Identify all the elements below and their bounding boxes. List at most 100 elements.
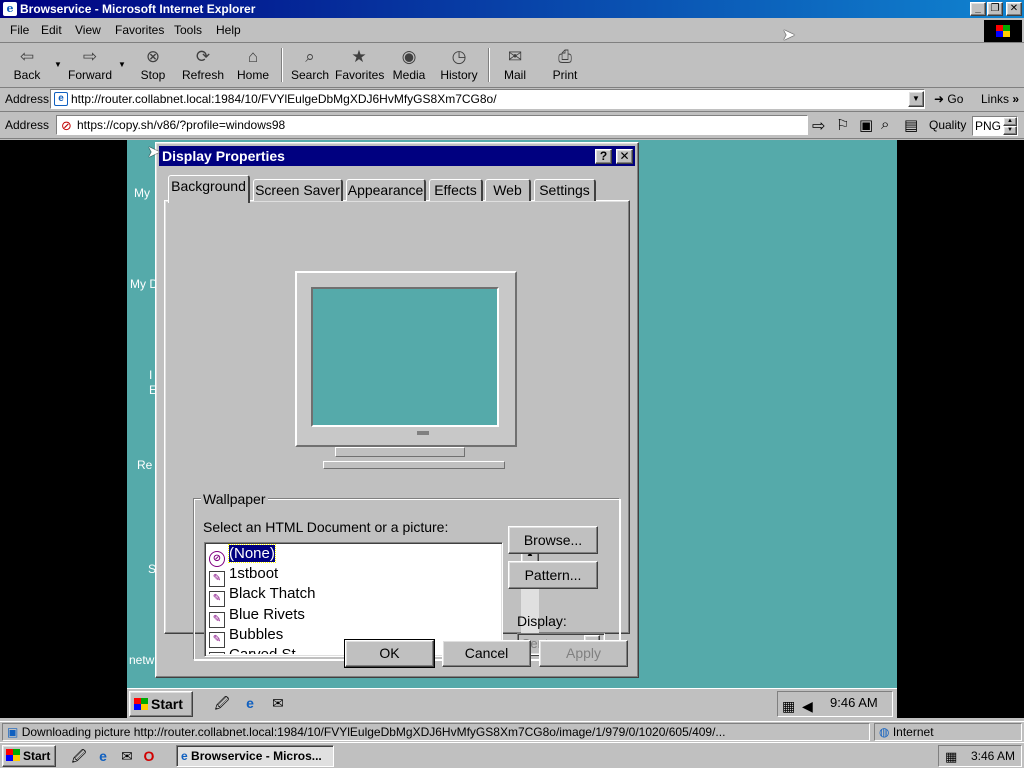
bitmap-file-icon: ✎: [209, 652, 225, 654]
forward-dropdown-icon[interactable]: ▼: [118, 60, 126, 69]
find-icon[interactable]: ▣: [859, 116, 873, 134]
tab-appearance[interactable]: Appearance: [346, 179, 426, 201]
favorites-button[interactable]: ★ Favorites: [335, 46, 384, 86]
media-button[interactable]: ◉ Media: [390, 46, 428, 86]
spin-up-icon[interactable]: ▲: [1003, 117, 1017, 126]
scheduler-icon[interactable]: ▦: [782, 695, 795, 717]
volume-icon[interactable]: ◀: [802, 695, 813, 717]
ok-button[interactable]: OK: [344, 639, 435, 668]
dialog-title: Display Properties: [162, 148, 285, 164]
stop-button[interactable]: ⊗ Stop: [134, 46, 172, 86]
menu-bar: File Edit View Favorites Tools Help: [0, 19, 1024, 43]
desktop-icon-label[interactable]: I: [149, 368, 152, 382]
restore-button[interactable]: ❐: [987, 2, 1003, 16]
go-button[interactable]: ➜ Go: [934, 92, 963, 106]
history-button[interactable]: ◷ History: [438, 46, 480, 86]
desktop-shortcut-icon[interactable]: 🖉: [70, 747, 88, 765]
tab-panel: Wallpaper Select an HTML Document or a p…: [164, 200, 630, 660]
dialog-title-bar[interactable]: Display Properties ? ✕: [159, 146, 635, 166]
refresh-button[interactable]: ⟳ Refresh: [180, 46, 226, 86]
list-item[interactable]: ⊘ (None): [209, 544, 276, 567]
cancel-button[interactable]: Cancel: [442, 640, 531, 667]
bookmark-icon[interactable]: ⚐: [836, 116, 849, 134]
window-title: Browservice - Microsoft Internet Explore…: [20, 2, 256, 16]
quality-spinner[interactable]: PNG ▲ ▼: [972, 116, 1018, 136]
pattern-button[interactable]: Pattern...: [508, 561, 598, 589]
desktop-icon-label[interactable]: Re: [137, 458, 152, 472]
outer-start-button[interactable]: Start: [2, 745, 56, 767]
outlook-quicklaunch-icon[interactable]: ✉: [269, 694, 287, 712]
tab-settings[interactable]: Settings: [534, 179, 596, 201]
wallpaper-prompt: Select an HTML Document or a picture:: [203, 519, 449, 535]
taskbar-button-browservice[interactable]: e Browservice - Micros...: [176, 745, 334, 767]
quality-label: Quality: [929, 118, 967, 132]
inner-clock[interactable]: 9:46 AM: [830, 695, 878, 710]
status-bar: ▣ Downloading picture http://router.coll…: [0, 721, 1024, 741]
mail-icon: ✉: [507, 47, 523, 66]
list-item[interactable]: ✎ Blue Rivets: [209, 605, 305, 628]
help-button[interactable]: ?: [595, 149, 612, 164]
plugin-address-input[interactable]: ⊘ https://copy.sh/v86/?profile=windows98: [56, 115, 808, 135]
print-icon: ⎙: [558, 47, 572, 66]
clipboard-icon[interactable]: ▤: [904, 116, 918, 134]
binoculars-icon[interactable]: ⌕: [881, 116, 889, 133]
spin-down-icon[interactable]: ▼: [1003, 126, 1017, 135]
inner-start-button[interactable]: Start: [129, 691, 193, 717]
outer-clock[interactable]: 3:46 AM: [971, 749, 1015, 763]
desktop-icon-label[interactable]: netw: [129, 653, 154, 667]
status-zone: ◍ Internet: [874, 723, 1022, 741]
history-icon: ◷: [451, 47, 467, 66]
opera-quicklaunch-icon[interactable]: O: [140, 747, 158, 765]
internet-globe-icon: ◍: [879, 725, 890, 739]
back-button[interactable]: ⇦ Back: [6, 46, 48, 86]
list-item[interactable]: ✎ Black Thatch: [209, 584, 315, 607]
guest-pointer-icon: ➤: [147, 144, 161, 161]
minimize-button[interactable]: _: [970, 2, 986, 16]
tab-screen-saver[interactable]: Screen Saver: [253, 179, 343, 201]
scheduler-icon[interactable]: ▦: [945, 747, 957, 767]
ie-quicklaunch-icon[interactable]: e: [241, 694, 259, 712]
dialog-close-button[interactable]: ✕: [616, 149, 633, 164]
outer-taskbar: Start 🖉 e ✉ O e Browservice - Micros... …: [0, 742, 1024, 768]
apply-button[interactable]: Apply: [539, 640, 628, 667]
tab-effects[interactable]: Effects: [429, 179, 483, 201]
search-button[interactable]: ⌕ Search: [289, 46, 331, 86]
refresh-icon: ⟳: [195, 47, 211, 66]
toolbar-separator: [281, 48, 283, 82]
list-item[interactable]: ✎Carved St: [209, 645, 296, 654]
links-button[interactable]: Links »: [981, 92, 1019, 106]
desktop-icon-label[interactable]: My: [134, 186, 150, 200]
back-dropdown-icon[interactable]: ▼: [54, 60, 62, 69]
back-arrow-icon: ⇦: [19, 47, 35, 66]
list-item[interactable]: ✎ 1stboot: [209, 564, 278, 587]
ie-task-icon: e: [181, 749, 188, 763]
address-dropdown-icon[interactable]: ▼: [908, 91, 924, 107]
menu-help[interactable]: Help: [216, 23, 241, 37]
menu-edit[interactable]: Edit: [41, 23, 62, 37]
wallpaper-legend: Wallpaper: [201, 491, 268, 507]
outlook-quicklaunch-icon[interactable]: ✉: [118, 747, 136, 765]
menu-file[interactable]: File: [10, 23, 29, 37]
desktop-shortcut-icon[interactable]: 🖉: [213, 694, 231, 712]
ie-quicklaunch-icon[interactable]: e: [94, 747, 112, 765]
go-arrow-icon[interactable]: ⇨: [812, 116, 825, 136]
menu-tools[interactable]: Tools: [174, 23, 202, 37]
mail-button[interactable]: ✉ Mail: [496, 46, 534, 86]
display-label: Display:: [517, 613, 567, 629]
home-button[interactable]: ⌂ Home: [234, 46, 272, 86]
search-icon: ⌕: [305, 47, 315, 66]
print-button[interactable]: ⎙ Print: [546, 46, 584, 86]
browse-button[interactable]: Browse...: [508, 526, 598, 554]
menu-favorites[interactable]: Favorites: [115, 23, 164, 37]
address-input[interactable]: e http://router.collabnet.local:1984/10/…: [50, 89, 925, 109]
desktop-icon-label[interactable]: My D: [130, 277, 158, 291]
tab-background[interactable]: Background: [168, 175, 250, 203]
close-button[interactable]: ✕: [1006, 2, 1022, 16]
media-icon: ◉: [401, 47, 417, 66]
ie-title-bar[interactable]: e Browservice - Microsoft Internet Explo…: [0, 0, 1024, 18]
forward-button[interactable]: ⇨ Forward: [66, 46, 114, 86]
menu-view[interactable]: View: [75, 23, 101, 37]
tab-web[interactable]: Web: [485, 179, 531, 201]
browservice-bar: Address ⊘ https://copy.sh/v86/?profile=w…: [0, 113, 1024, 139]
list-item[interactable]: ✎ Bubbles: [209, 625, 283, 648]
